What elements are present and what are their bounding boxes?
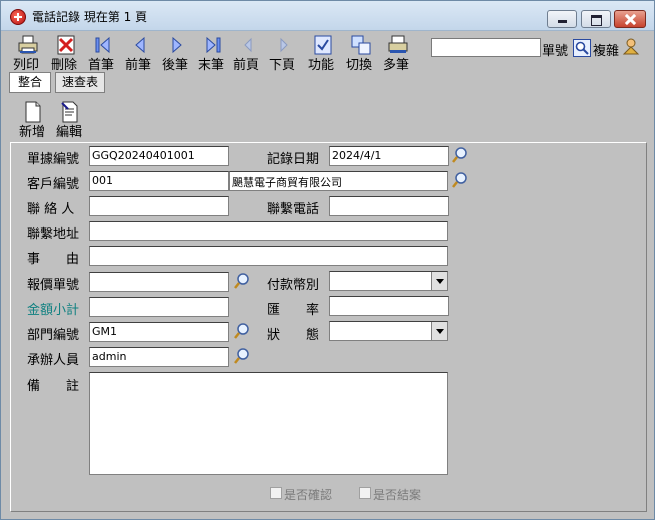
remarks-label: 備 註 <box>27 379 80 394</box>
multi-record-icon <box>388 35 408 53</box>
first-record-button[interactable]: 首筆 <box>84 33 118 73</box>
record-date-field[interactable]: 2024/4/1 <box>329 146 449 166</box>
handler-label: 承辦人員 <box>27 353 80 368</box>
customer-lookup-icon[interactable] <box>451 171 469 189</box>
customer-no-label: 客戶編號 <box>27 177 80 192</box>
delete-label: 刪除 <box>50 58 77 73</box>
switch-label: 切換 <box>345 58 372 73</box>
next-page-button[interactable]: 下頁 <box>265 33 299 73</box>
contact-field[interactable] <box>89 196 229 216</box>
print-label: 列印 <box>12 58 39 73</box>
maximize-button[interactable] <box>581 10 611 28</box>
edit-document-icon <box>61 101 78 123</box>
title-bar[interactable]: 電話記錄 現在第 1 頁 <box>1 1 654 31</box>
chevron-down-icon[interactable] <box>431 322 447 340</box>
edit-label: 編輯 <box>55 125 82 140</box>
edit-button[interactable]: 編輯 <box>52 101 86 140</box>
prev-record-icon <box>135 36 145 54</box>
record-date-label: 記錄日期 <box>267 152 320 167</box>
status-label: 狀 態 <box>267 328 320 343</box>
search-icon[interactable] <box>573 39 591 57</box>
handler-field[interactable]: admin <box>89 347 229 367</box>
app-icon <box>10 9 26 25</box>
first-record-label: 首筆 <box>87 58 114 73</box>
multi-record-button[interactable]: 多筆 <box>379 33 413 73</box>
subject-label: 事 由 <box>27 252 80 267</box>
confirmed-checkbox[interactable] <box>270 487 282 499</box>
next-page-icon <box>280 37 288 53</box>
last-record-button[interactable]: 末筆 <box>194 33 228 73</box>
remarks-textarea[interactable] <box>89 372 448 475</box>
next-record-icon <box>172 36 182 54</box>
contact-label: 聯 絡 人 <box>27 202 75 217</box>
new-document-icon <box>25 101 41 123</box>
department-no-label: 部門編號 <box>27 328 80 343</box>
tab-quick-lookup[interactable]: 速查表 <box>55 72 105 93</box>
contact-phone-field[interactable] <box>329 196 449 216</box>
delete-icon <box>57 35 75 55</box>
quote-lookup-icon[interactable] <box>233 272 251 290</box>
next-page-label: 下頁 <box>268 58 295 73</box>
minimize-button[interactable] <box>547 10 577 28</box>
quote-no-label: 報價單號 <box>27 278 80 293</box>
customer-name-field[interactable]: 颶慧電子商貿有限公司 <box>229 171 448 191</box>
payment-currency-label: 付款幣別 <box>267 278 320 293</box>
print-button[interactable]: 列印 <box>9 33 43 73</box>
contact-address-field[interactable] <box>89 221 448 241</box>
copy-label: 複雜 <box>593 44 620 59</box>
chevron-down-icon[interactable] <box>431 272 447 290</box>
switch-icon <box>351 35 371 55</box>
doc-no-label: 單號 <box>542 44 569 59</box>
record-date-lookup-icon[interactable] <box>451 146 469 164</box>
multi-record-label: 多筆 <box>382 58 409 73</box>
switch-button[interactable]: 切換 <box>342 33 376 73</box>
quote-no-field[interactable] <box>89 272 229 292</box>
new-label: 新增 <box>18 125 45 140</box>
exchange-rate-field[interactable] <box>329 296 449 316</box>
contact-phone-label: 聯繫電話 <box>267 202 320 217</box>
closed-label: 是否結案 <box>373 488 422 502</box>
prev-page-icon <box>244 37 252 53</box>
payment-currency-select[interactable] <box>329 271 448 291</box>
amount-subtotal-field[interactable] <box>89 297 229 317</box>
prev-record-button[interactable]: 前筆 <box>121 33 155 73</box>
printer-icon <box>18 35 38 54</box>
exchange-rate-label: 匯 率 <box>267 303 320 318</box>
user-key-icon[interactable] <box>621 37 641 57</box>
department-lookup-icon[interactable] <box>233 322 251 340</box>
window-title: 電話記錄 現在第 1 頁 <box>32 10 148 24</box>
delete-button[interactable]: 刪除 <box>47 33 81 73</box>
first-record-icon <box>95 36 110 54</box>
tab-integrated[interactable]: 整合 <box>9 72 51 93</box>
contact-address-label: 聯繫地址 <box>27 227 80 242</box>
search-input[interactable] <box>431 38 541 57</box>
handler-lookup-icon[interactable] <box>233 347 251 365</box>
subject-field[interactable] <box>89 246 448 266</box>
closed-checkbox[interactable] <box>359 487 371 499</box>
customer-no-field[interactable]: 001 <box>89 171 229 191</box>
doc-no-field-label: 單據編號 <box>27 152 80 167</box>
close-button[interactable] <box>614 10 646 28</box>
app-window: 電話記錄 現在第 1 頁 列印 刪除 首筆 前筆 後筆 末筆 前頁 下頁 功能 … <box>0 0 655 520</box>
amount-subtotal-label: 金額小計 <box>27 303 80 318</box>
new-button[interactable]: 新增 <box>15 101 49 140</box>
last-record-icon <box>206 36 221 54</box>
department-no-field[interactable]: GM1 <box>89 322 229 342</box>
function-button[interactable]: 功能 <box>304 33 338 73</box>
next-record-button[interactable]: 後筆 <box>158 33 192 73</box>
function-label: 功能 <box>307 58 334 73</box>
function-icon <box>314 35 332 55</box>
confirmed-label: 是否確認 <box>284 488 333 502</box>
prev-page-button[interactable]: 前頁 <box>229 33 263 73</box>
status-select[interactable] <box>329 321 448 341</box>
prev-record-label: 前筆 <box>124 58 151 73</box>
doc-no-field[interactable]: GGQ20240401001 <box>89 146 229 166</box>
